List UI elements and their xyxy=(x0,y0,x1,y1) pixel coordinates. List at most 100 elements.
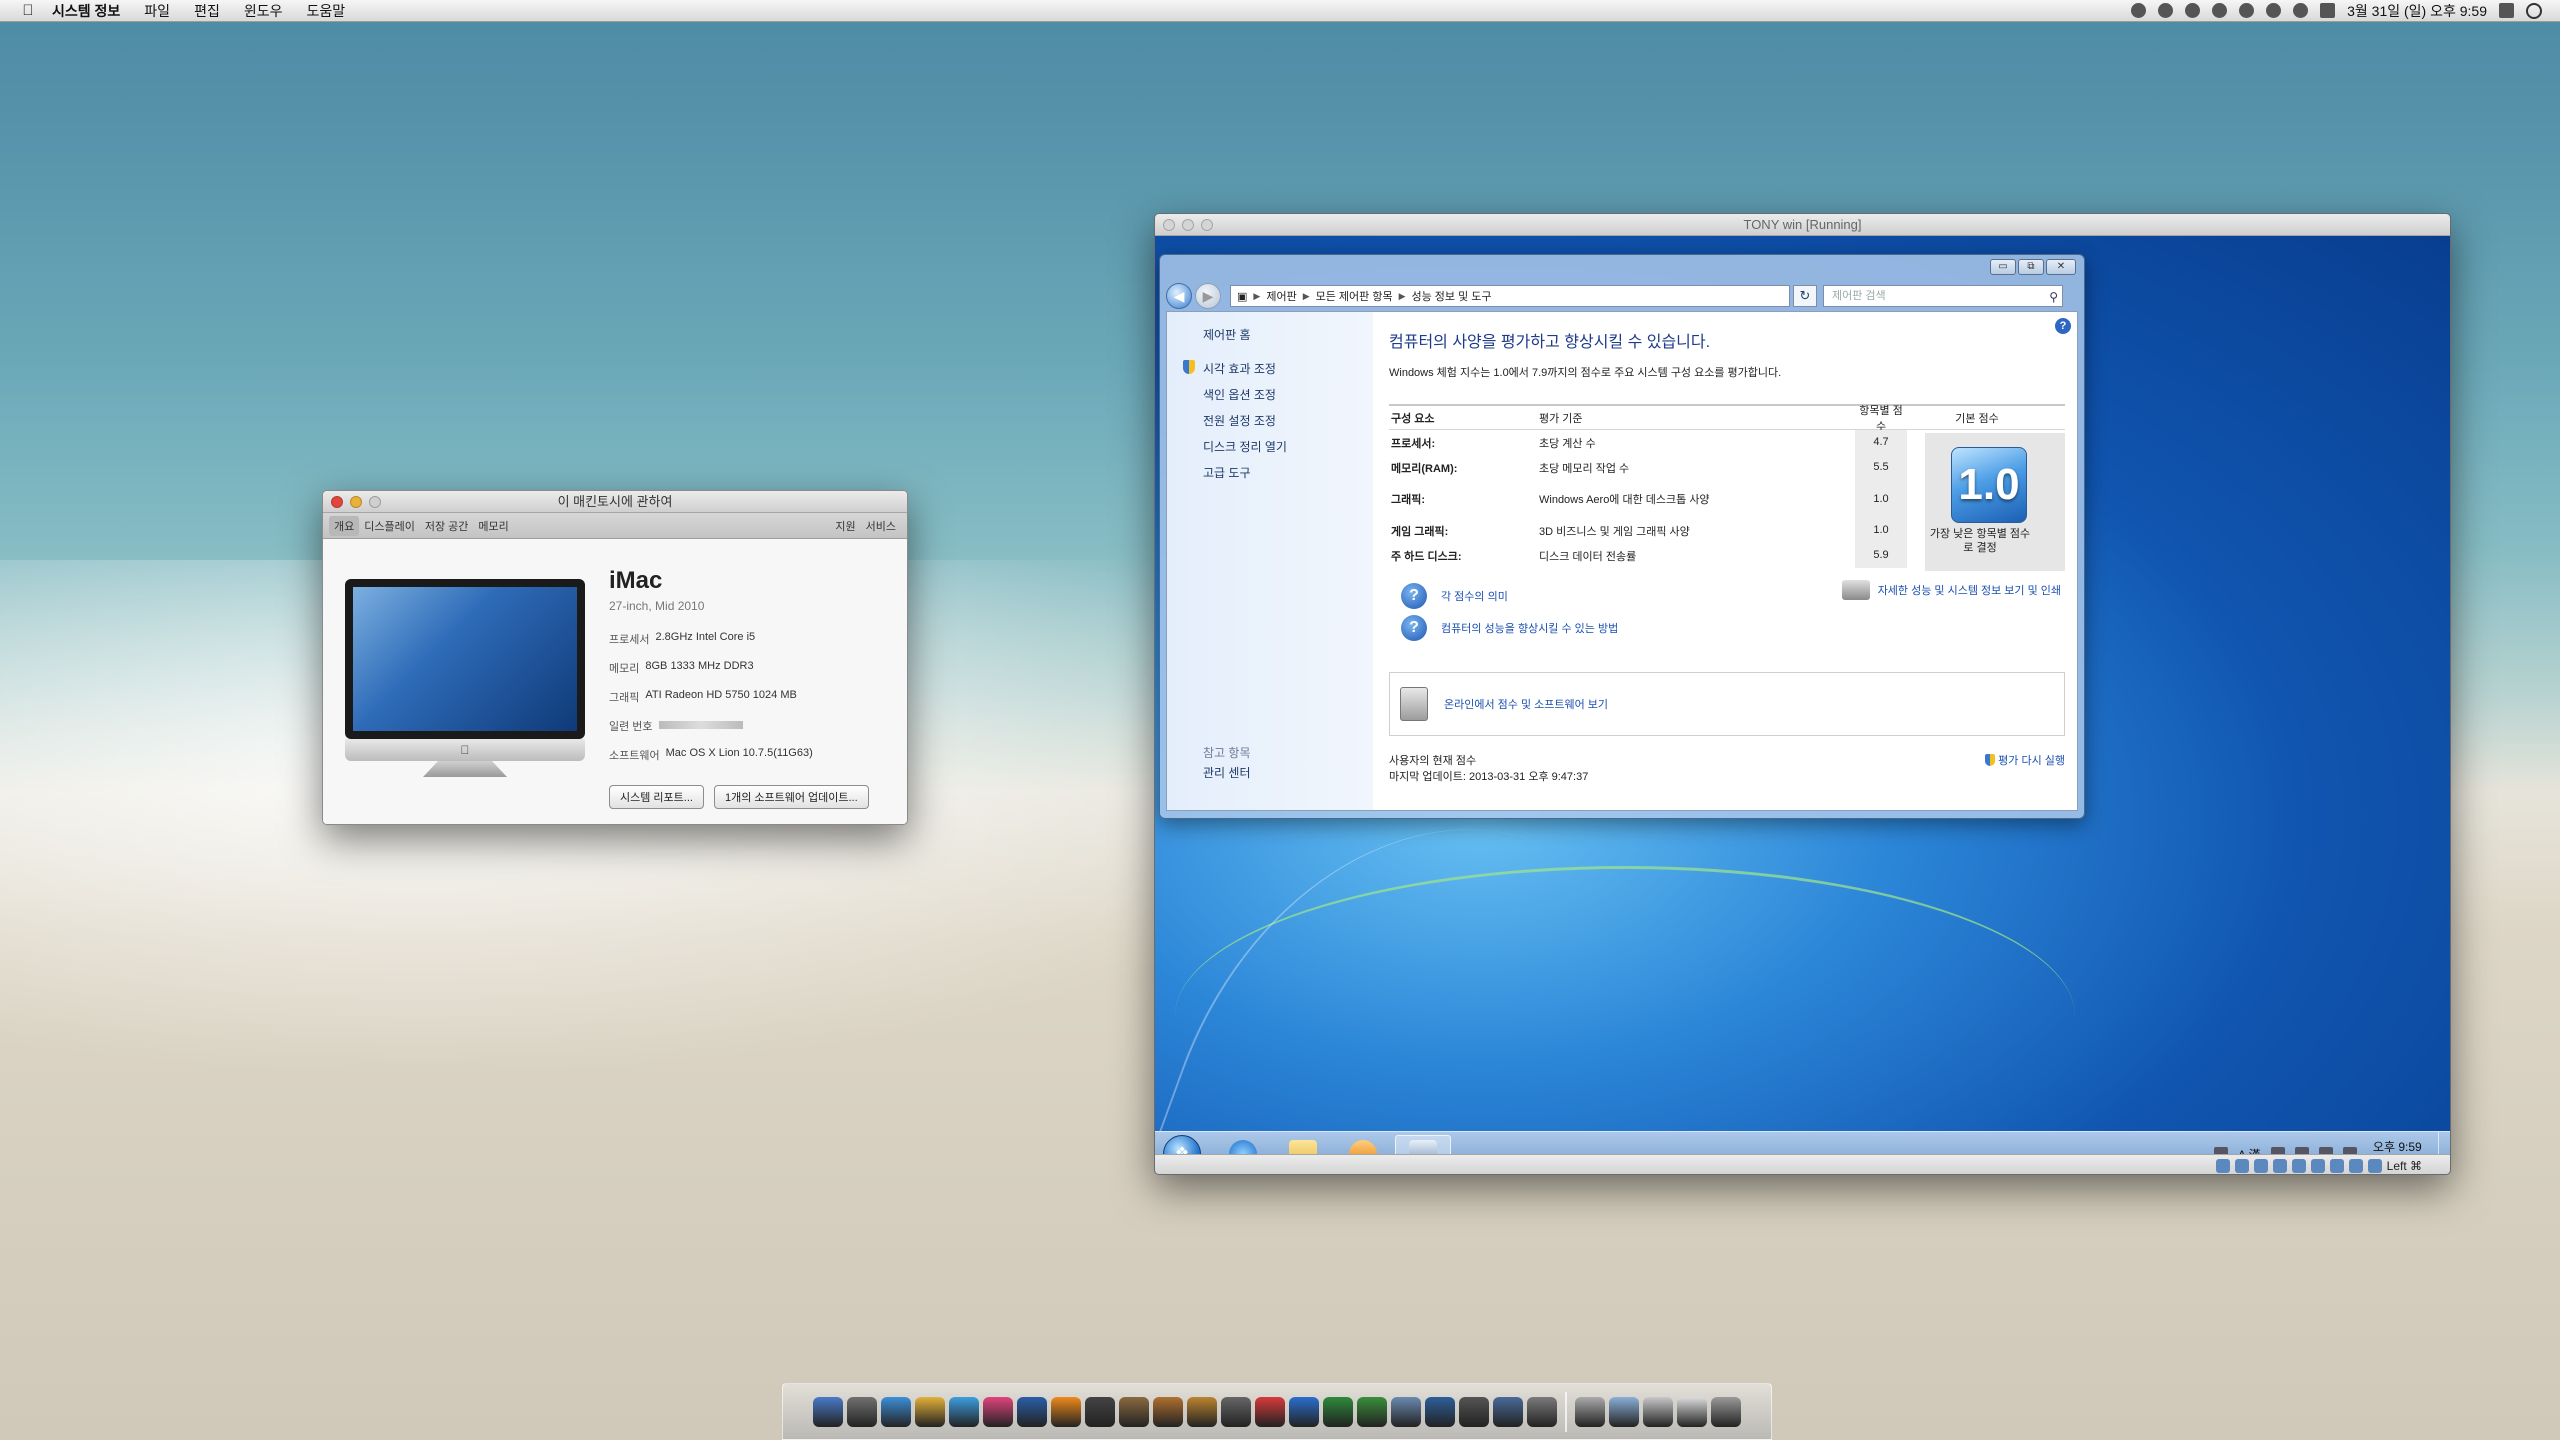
dock-app-icon[interactable] xyxy=(1051,1396,1081,1427)
keyboard-icon[interactable] xyxy=(2367,1158,2382,1173)
dock-app-icon[interactable] xyxy=(1255,1396,1285,1427)
dock-app-icon[interactable] xyxy=(915,1396,945,1427)
dock-app-icon[interactable] xyxy=(1153,1396,1183,1427)
dock-app-icon[interactable] xyxy=(813,1396,843,1427)
dock-app-icon[interactable] xyxy=(983,1396,1013,1427)
spec-processor: 프로세서 2.8GHz Intel Core i5 xyxy=(609,631,756,646)
shared-folder-icon[interactable] xyxy=(2272,1158,2287,1173)
forward-icon[interactable]: ▶ xyxy=(1195,283,1221,309)
maximize-icon[interactable]: ⧉ xyxy=(2018,259,2044,275)
minimize-icon[interactable]: ▭ xyxy=(1990,259,2016,275)
zoom-icon[interactable] xyxy=(369,496,381,508)
close-icon[interactable] xyxy=(1163,219,1175,231)
cp-body: 제어판 홈 시각 효과 조정 색인 옵션 조정 전원 설정 조정 디스크 정리 … xyxy=(1166,311,2078,811)
dock-app-icon[interactable] xyxy=(1085,1396,1115,1427)
shield-icon xyxy=(1985,754,1996,766)
address-bar[interactable]: ▣ ▶ 제어판 ▶ 모든 제어판 항목 ▶ 성능 정보 및 도구 xyxy=(1230,285,1790,307)
link-advanced-tools[interactable]: 고급 도구 xyxy=(1203,464,1287,481)
bluetooth-icon[interactable] xyxy=(2239,3,2255,18)
link-disk-cleanup[interactable]: 디스크 정리 열기 xyxy=(1203,438,1287,455)
menu-file[interactable]: 파일 xyxy=(132,1,182,21)
menu-edit[interactable]: 편집 xyxy=(182,1,232,21)
about-this-mac-window: 이 매킨토시에 관하여 개요 디스플레이 저장 공간 메모리 지원 서비스  … xyxy=(322,490,908,825)
link-service[interactable]: 서비스 xyxy=(861,516,901,536)
dock-app-icon[interactable] xyxy=(1425,1396,1455,1427)
apple-menu-icon[interactable]:  xyxy=(16,2,40,19)
dock-app-icon[interactable] xyxy=(1323,1396,1353,1427)
spotlight-icon[interactable] xyxy=(2526,2,2542,19)
dock-app-icon[interactable] xyxy=(1677,1396,1707,1427)
dock-app-icon[interactable] xyxy=(1609,1396,1639,1427)
menu-help[interactable]: 도움말 xyxy=(294,1,357,21)
link-online-scores[interactable]: 온라인에서 점수 및 소프트웨어 보기 xyxy=(1389,672,2065,736)
dock-app-icon[interactable] xyxy=(1119,1396,1149,1427)
link-support[interactable]: 지원 xyxy=(830,516,860,536)
zoom-icon[interactable] xyxy=(1201,219,1213,231)
link-power[interactable]: 전원 설정 조정 xyxy=(1203,412,1287,429)
heart-icon[interactable] xyxy=(2185,3,2201,18)
capture-icon[interactable] xyxy=(2329,1158,2344,1173)
minimize-icon[interactable] xyxy=(1182,219,1194,231)
search-icon[interactable]: ⚲ xyxy=(2049,287,2058,307)
sync-icon[interactable] xyxy=(2131,3,2147,18)
menu-clock[interactable]: 3월 31일 (일) 오후 9:59 xyxy=(2347,1,2487,21)
dock-app-icon[interactable] xyxy=(1357,1396,1387,1427)
about-title: 이 매킨토시에 관하여 xyxy=(557,494,673,509)
link-action-center[interactable]: 관리 센터 xyxy=(1203,764,1251,781)
cp-caption[interactable]: ▭ ⧉ ✕ xyxy=(1160,255,2084,281)
base-score-panel: 1.0 가장 낮은 항목별 점수로 결정 xyxy=(1925,433,2065,571)
dock-app-icon[interactable] xyxy=(1289,1396,1319,1427)
dock-app-icon[interactable] xyxy=(1459,1396,1489,1427)
breadcrumb-performance[interactable]: 성능 정보 및 도구 xyxy=(1412,288,1492,304)
dock-app-icon[interactable] xyxy=(1711,1396,1741,1427)
hdd-icon[interactable] xyxy=(2215,1158,2230,1173)
tab-memory[interactable]: 메모리 xyxy=(473,516,513,536)
dock-app-icon[interactable] xyxy=(1187,1396,1217,1427)
volume-icon[interactable] xyxy=(2293,3,2309,18)
dock-app-icon[interactable] xyxy=(1017,1396,1047,1427)
time-machine-icon[interactable] xyxy=(2212,3,2228,18)
refresh-icon[interactable]: ↻ xyxy=(1793,285,1817,307)
dock-app-icon[interactable] xyxy=(881,1396,911,1427)
display-icon[interactable] xyxy=(2310,1158,2325,1173)
link-indexing[interactable]: 색인 옵션 조정 xyxy=(1203,386,1287,403)
dock-app-icon[interactable] xyxy=(1527,1396,1557,1427)
tab-displays[interactable]: 디스플레이 xyxy=(359,516,420,536)
menu-window[interactable]: 윈도우 xyxy=(232,1,295,21)
menu-app-system-info[interactable]: 시스템 정보 xyxy=(40,1,132,21)
vbox-titlebar[interactable]: TONY win [Running] xyxy=(1155,214,2450,236)
dock-app-icon[interactable] xyxy=(1643,1396,1673,1427)
software-update-button[interactable]: 1개의 소프트웨어 업데이트... xyxy=(713,785,869,809)
link-visual-effects[interactable]: 시각 효과 조정 xyxy=(1183,360,1287,377)
search-input[interactable]: 제어판 검색 ⚲ xyxy=(1823,285,2063,307)
about-titlebar[interactable]: 이 매킨토시에 관하여 xyxy=(323,491,907,513)
close-icon[interactable]: ✕ xyxy=(2046,259,2076,275)
user-icon[interactable] xyxy=(2499,3,2514,18)
dock-app-icon[interactable] xyxy=(847,1396,877,1427)
minimize-icon[interactable] xyxy=(350,496,362,508)
close-icon[interactable] xyxy=(331,496,343,508)
system-report-button[interactable]: 시스템 리포트... xyxy=(609,785,704,809)
dock-app-icon[interactable] xyxy=(1493,1396,1523,1427)
dock-app-icon[interactable] xyxy=(1221,1396,1251,1427)
dock-app-icon[interactable] xyxy=(1575,1396,1605,1427)
link-improve-performance[interactable]: ? 컴퓨터의 성능을 향상시킬 수 있는 방법 xyxy=(1401,612,2061,644)
status-icon[interactable] xyxy=(2158,3,2174,18)
cd-icon[interactable] xyxy=(2234,1158,2249,1173)
dock-app-icon[interactable] xyxy=(949,1396,979,1427)
breadcrumb-control-panel[interactable]: 제어판 xyxy=(1266,288,1296,304)
back-icon[interactable]: ◀ xyxy=(1166,283,1192,309)
cp-home-link[interactable]: 제어판 홈 xyxy=(1203,326,1251,343)
link-print-details[interactable]: 자세한 성능 및 시스템 정보 보기 및 인쇄 xyxy=(1841,580,2061,600)
flag-input-icon[interactable] xyxy=(2320,3,2336,18)
dock-app-icon[interactable] xyxy=(1391,1396,1421,1427)
breadcrumb-all-items[interactable]: 모든 제어판 항목 xyxy=(1316,288,1393,304)
cp-navbar: ◀ ▶ ▣ ▶ 제어판 ▶ 모든 제어판 항목 ▶ 성능 정보 및 도구 ↻ 제… xyxy=(1160,281,2084,311)
usb-icon[interactable] xyxy=(2253,1158,2268,1173)
mouse-integration-icon[interactable] xyxy=(2348,1158,2363,1173)
wifi-icon[interactable] xyxy=(2266,3,2282,18)
rerun-assessment-link[interactable]: 평가 다시 실행 xyxy=(1985,752,2065,768)
tab-overview[interactable]: 개요 xyxy=(329,515,360,536)
tab-storage[interactable]: 저장 공간 xyxy=(420,516,474,536)
network-icon[interactable] xyxy=(2291,1158,2306,1173)
